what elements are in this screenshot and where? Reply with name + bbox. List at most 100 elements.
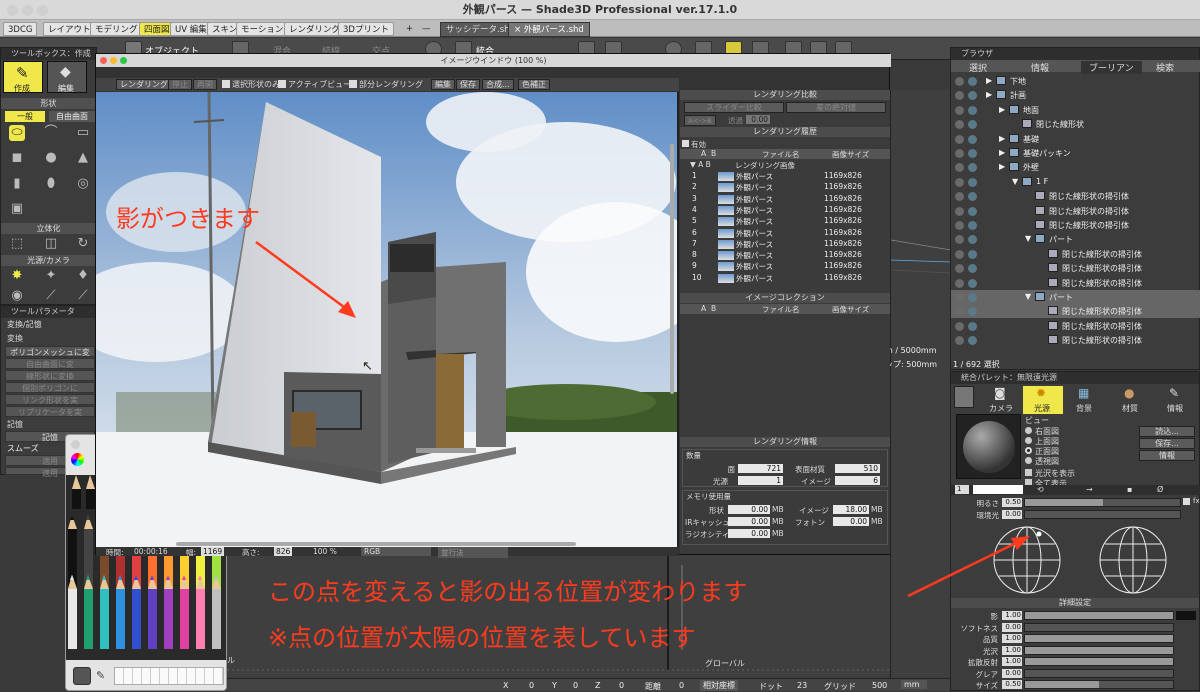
detail-slider[interactable] [1024,668,1174,678]
coordinate-mode-select[interactable]: 相対座標 [700,680,738,691]
x-value[interactable]: 0 [529,681,534,690]
tab-uv[interactable]: UV 編集 [170,22,212,36]
visibility-icon[interactable] [955,235,964,245]
tab-motion[interactable]: モーション [236,22,289,36]
render-vertical-scrollbar[interactable] [670,144,674,394]
tab-modeling[interactable]: モデリング [90,22,143,36]
render-toggle-icon[interactable] [968,264,977,274]
detail-slider[interactable] [1024,680,1174,689]
tree-item[interactable]: 閉じた線形状の掃引体 [951,333,1200,347]
tree-item[interactable]: 閉じた線形状の掃引体 [951,189,1200,203]
history-row[interactable]: 6 外観パース 1169x826 [680,228,890,239]
detail-value[interactable]: 1.00 [1002,611,1022,620]
render-toggle-icon[interactable] [968,91,977,101]
brightness-value[interactable]: 0.50 [1002,498,1022,507]
palette-tab-info[interactable]: ✎ 情報 [1156,386,1196,414]
fx-checkbox[interactable] [1183,498,1190,505]
visibility-icon[interactable] [955,105,964,115]
tree-item[interactable]: 閉じた線形状の掃引体 [951,218,1200,232]
palette-tab-background[interactable]: ▦ 背景 [1065,386,1105,414]
light-index[interactable]: 1 [955,485,969,494]
tree-item[interactable]: ▼ パート [951,232,1200,246]
imgwin-min-dot[interactable] [110,57,117,64]
render-toggle-icon[interactable] [968,293,977,302]
edit-mode-button[interactable]: ◆ 編集 [47,61,87,93]
rotate-light-icon[interactable]: ⟲ [1037,485,1044,494]
visibility-icon[interactable] [955,307,964,317]
close-dot[interactable] [7,5,18,16]
zoom-dot[interactable] [37,5,48,16]
load-button[interactable]: 読込... [1139,426,1195,437]
render-toggle-icon[interactable] [968,278,977,288]
convert-line-button[interactable]: 線形状に変換 [5,370,95,381]
tree-item[interactable]: 閉じた線形状の掃引体 [951,319,1200,333]
swatch-slots[interactable] [114,667,224,685]
render-image[interactable]: 影がつきます ↖ [96,92,677,547]
render-horizontal-scrollbar[interactable] [176,542,576,546]
selected-only-checkbox[interactable] [222,80,230,88]
tab-rendering[interactable]: レンダリング [284,22,346,36]
render-toggle-icon[interactable] [968,321,977,331]
detail-value[interactable]: 0.50 [1002,680,1022,689]
eyedropper-icon[interactable]: ✎ [96,669,105,682]
transparency-value[interactable]: 0.00 [746,115,770,124]
visibility-icon[interactable] [955,77,964,86]
tree-item[interactable]: 閉じた線形状の掃引体 [951,304,1200,319]
detail-value[interactable]: 1.00 [1002,645,1022,655]
rect-tool-icon[interactable]: ▭ [75,125,91,141]
visibility-icon[interactable] [955,221,964,230]
render-toggle-icon[interactable] [968,249,977,259]
imgwin-zoom-dot[interactable] [120,57,127,64]
ambient-value[interactable]: 0.00 [1002,510,1022,519]
tab-3dprint[interactable]: 3Dプリント [338,22,394,36]
current-color-swatch[interactable] [73,667,91,685]
visibility-icon[interactable] [955,120,964,130]
tree-item[interactable]: ▶ 計画 [951,88,1200,102]
tab-layout[interactable]: レイアウト [43,22,96,36]
visibility-icon[interactable] [955,91,964,101]
torus-tool-icon[interactable]: ◎ [75,176,91,192]
browser-tab-boolean[interactable]: ブーリアン [1081,61,1142,74]
z-value[interactable]: 0 [619,681,624,690]
history-row[interactable]: 2 外観パース 1169x826 [680,182,890,193]
light-color-swatch[interactable] [973,485,1023,494]
tree-item[interactable]: ▶ 外壁 [951,160,1200,174]
viewport-top-right[interactable]: m / 5000mm ップ: 500mm [885,90,952,380]
expand-arrow-icon[interactable]: ▼ [1012,177,1018,186]
palette-tab-light[interactable]: ✹ 光源 [1023,386,1063,414]
delete-light-icon[interactable]: Ø [1157,485,1163,494]
render-toggle-icon[interactable] [968,149,977,158]
visibility-icon[interactable] [955,163,964,173]
cone-tool-icon[interactable]: ▲ [75,150,91,166]
tree-item[interactable]: 閉じた線形状 [951,117,1200,131]
composite-menu[interactable]: 合成... [482,79,514,90]
projection-select[interactable]: 並行法 [438,547,508,558]
height-value[interactable]: 826 [274,547,293,556]
tree-item[interactable]: 閉じた線形状の掃引体 [951,247,1200,261]
visibility-icon[interactable] [955,293,964,302]
copy-light-icon[interactable]: ▪ [1127,485,1132,494]
curve-tool-icon[interactable]: ⌒ [43,125,59,141]
stop-button[interactable]: 停止 [168,79,192,90]
detail-slider[interactable] [1024,622,1174,632]
color-correct-menu[interactable]: 色補正 [518,79,550,90]
render-toggle-icon[interactable] [968,134,977,144]
tree-item[interactable]: ▼ 1 F [951,175,1200,189]
convert-freeform-button[interactable]: 自由曲面に変 [5,358,95,369]
browser-tab-search[interactable]: 検索 [1156,61,1174,74]
detail-slider[interactable] [1024,611,1174,620]
visibility-icon[interactable] [955,336,964,346]
tree-item[interactable]: 閉じた線形状の掃引体 [951,261,1200,275]
visibility-icon[interactable] [955,206,964,216]
cylinder-tool-icon[interactable]: ▮ [9,176,25,192]
visibility-icon[interactable] [955,321,964,331]
history-row[interactable]: 10 外観パース 1169x826 [680,273,890,284]
history-row[interactable]: 1 外観パース 1169x826 [680,171,890,182]
sun-light-icon[interactable]: ✸ [9,268,25,284]
tree-item[interactable]: ▶ 地面 [951,103,1200,117]
save-button[interactable]: 保存... [1139,438,1195,449]
visibility-icon[interactable] [955,278,964,288]
brightness-slider[interactable] [1024,498,1181,507]
dot-value[interactable]: 23 [797,681,807,690]
render-toggle-icon[interactable] [968,221,977,230]
